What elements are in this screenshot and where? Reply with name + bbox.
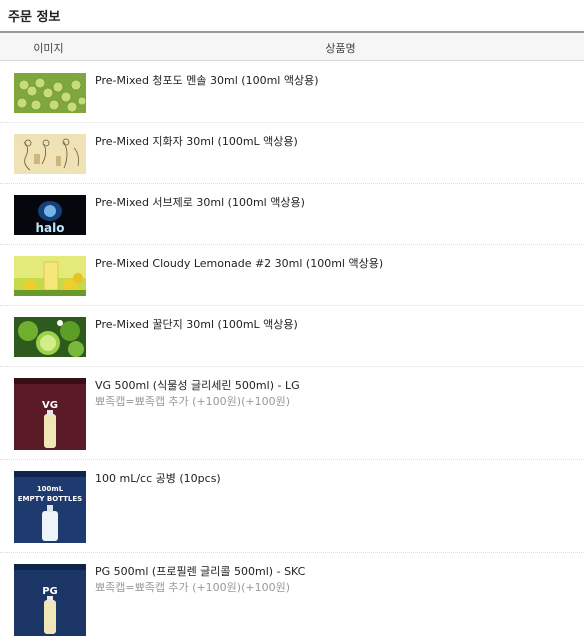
limes-thumbnail[interactable] xyxy=(14,317,86,357)
product-name[interactable]: PG 500ml (프로필렌 글리콜 500ml) - SKC xyxy=(95,563,305,579)
product-row: halo Pre-Mixed 서브제로 30ml (100ml 액상용) xyxy=(0,184,584,245)
product-row: Pre-Mixed 청포도 멘솔 30ml (100ml 액상용) xyxy=(0,62,584,123)
product-name[interactable]: Pre-Mixed 청포도 멘솔 30ml (100ml 액상용) xyxy=(95,72,319,88)
product-name[interactable]: Pre-Mixed 꿀단지 30ml (100mL 액상용) xyxy=(95,316,298,332)
product-option: 뾰족캡=뾰족캡 추가 (+100원)(+100원) xyxy=(95,395,290,408)
svg-text:PG: PG xyxy=(42,586,58,597)
product-row: PG PG 500ml (프로필렌 글리콜 500ml) - SKC 뾰족캡=뾰… xyxy=(0,553,584,644)
product-row: Pre-Mixed 꿀단지 30ml (100mL 액상용) xyxy=(0,306,584,367)
pg-bottle-thumbnail[interactable]: PG xyxy=(14,564,86,636)
section-title: 주문 정보 xyxy=(8,10,61,25)
svg-text:100mL: 100mL xyxy=(37,485,64,493)
svg-text:halo: halo xyxy=(36,221,65,235)
green-grapes-thumbnail[interactable] xyxy=(14,73,86,113)
svg-text:EMPTY BOTTLES: EMPTY BOTTLES xyxy=(18,495,82,503)
svg-text:VG: VG xyxy=(42,400,58,411)
column-header-image: 이미지 xyxy=(33,42,64,55)
column-header-product-name: 상품명 xyxy=(325,42,356,55)
product-row: Pre-Mixed 지화자 30ml (100mL 액상용) xyxy=(0,123,584,184)
product-name[interactable]: Pre-Mixed Cloudy Lemonade #2 30ml (100ml… xyxy=(95,255,383,271)
product-name[interactable]: VG 500ml (식물성 글리세린 500ml) - LG xyxy=(95,377,300,393)
table-header: 이미지 상품명 xyxy=(0,31,584,61)
lemonade-thumbnail[interactable] xyxy=(14,256,86,296)
product-row: Pre-Mixed Cloudy Lemonade #2 30ml (100ml… xyxy=(0,245,584,306)
korean-painting-thumbnail[interactable] xyxy=(14,134,86,174)
product-name[interactable]: Pre-Mixed 지화자 30ml (100mL 액상용) xyxy=(95,133,298,149)
product-row: 100mL EMPTY BOTTLES 100 mL/cc 공병 (10pcs) xyxy=(0,460,584,553)
product-name[interactable]: Pre-Mixed 서브제로 30ml (100ml 액상용) xyxy=(95,194,305,210)
product-name[interactable]: 100 mL/cc 공병 (10pcs) xyxy=(95,470,221,486)
halo-logo-thumbnail[interactable]: halo xyxy=(14,195,86,235)
empty-bottle-thumbnail[interactable]: 100mL EMPTY BOTTLES xyxy=(14,471,86,543)
vg-bottle-thumbnail[interactable]: VG xyxy=(14,378,86,450)
product-option: 뾰족캡=뾰족캡 추가 (+100원)(+100원) xyxy=(95,581,290,594)
product-row: VG VG 500ml (식물성 글리세린 500ml) - LG 뾰족캡=뾰족… xyxy=(0,367,584,460)
